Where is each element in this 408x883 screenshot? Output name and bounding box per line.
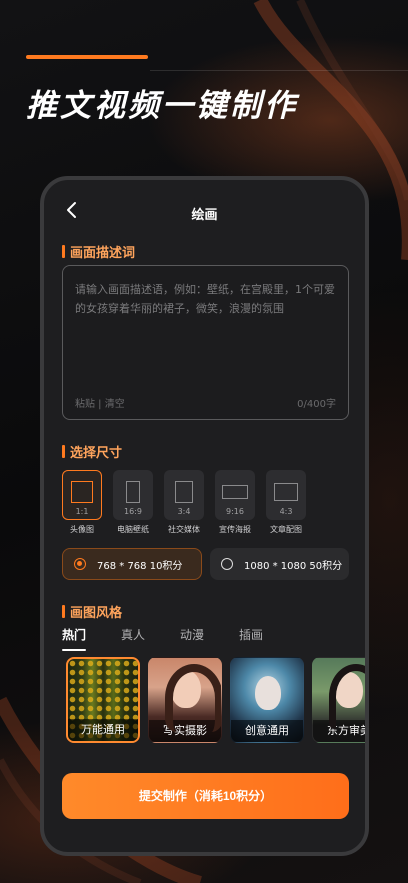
size-section-title: 选择尺寸 [62, 442, 122, 461]
style-card-list: 万能通用 写实摄影 创意通用 东方审美 [66, 657, 365, 745]
style-tabs: 热门 真人 动漫 插画 [62, 626, 298, 651]
resolution-label: 768 * 768 10积分 [97, 560, 183, 572]
size-label: 文章配图 [270, 525, 302, 534]
submit-button[interactable]: 提交制作（消耗10积分） [62, 773, 349, 819]
style-card-label: 创意通用 [231, 720, 303, 742]
style-card-eastern[interactable]: 东方审美 [312, 657, 365, 743]
size-box: 9:16 [215, 470, 255, 520]
size-label: 宣传海报 [219, 525, 251, 534]
style-card-creative[interactable]: 创意通用 [230, 657, 304, 743]
ratio-frame-icon [274, 483, 298, 501]
size-option-1-1[interactable]: 1:1 头像图 [62, 470, 102, 540]
section-bar [62, 245, 65, 258]
size-box: 1:1 [62, 470, 102, 520]
description-placeholder: 请输入画面描述语，例如：壁纸，在宫殿里，1个可爱的女孩穿着华丽的裙子，微笑，浪漫… [75, 283, 335, 315]
section-label: 画图风格 [70, 606, 123, 621]
ratio-frame-icon [71, 481, 93, 503]
size-option-4-3[interactable]: 4:3 文章配图 [266, 470, 306, 540]
accent-line [26, 55, 148, 59]
style-card-label: 万能通用 [68, 719, 138, 741]
size-option-9-16[interactable]: 9:16 宣传海报 [215, 470, 255, 540]
divider [150, 70, 408, 71]
resolution-option-1080[interactable]: 1080 * 1080 50积分 [210, 548, 349, 580]
nav-bar: 绘画 [44, 180, 365, 240]
ratio-frame-icon [175, 481, 193, 503]
tab-illustration[interactable]: 插画 [239, 626, 263, 643]
phone-frame: 绘画 画面描述词 请输入画面描述语，例如：壁纸，在宫殿里，1个可爱的女孩穿着华丽… [40, 176, 369, 856]
page-title: 绘画 [191, 208, 218, 223]
style-section-title: 画图风格 [62, 602, 122, 621]
ratio-frame-icon [222, 485, 248, 499]
tab-anime[interactable]: 动漫 [180, 626, 204, 643]
resolution-label: 1080 * 1080 50积分 [244, 560, 343, 572]
section-label: 选择尺寸 [70, 446, 123, 461]
section-label: 画面描述词 [70, 246, 136, 261]
style-card-label: 东方审美 [313, 720, 365, 742]
description-section-title: 画面描述词 [62, 242, 135, 261]
style-card-universal[interactable]: 万能通用 [66, 657, 140, 743]
paste-clear-actions[interactable]: 粘贴 | 清空 [75, 395, 125, 410]
ratio-text: 3:4 [177, 507, 191, 516]
radio-selected-icon [74, 558, 86, 570]
style-card-photography[interactable]: 写实摄影 [148, 657, 222, 743]
size-label: 社交媒体 [168, 525, 200, 534]
resolution-option-768[interactable]: 768 * 768 10积分 [62, 548, 202, 580]
size-box: 4:3 [266, 470, 306, 520]
char-counter: 0/400字 [297, 399, 336, 410]
ratio-text: 1:1 [75, 507, 89, 516]
size-label: 电脑壁纸 [117, 525, 149, 534]
size-option-3-4[interactable]: 3:4 社交媒体 [164, 470, 204, 540]
ratio-text: 4:3 [279, 507, 293, 516]
tab-hot[interactable]: 热门 [62, 626, 87, 651]
radio-icon [221, 558, 233, 570]
size-label: 头像图 [70, 525, 94, 534]
size-options: 1:1 头像图 16:9 电脑壁纸 3:4 社交媒体 9:16 宣传海报 4:3… [62, 470, 362, 540]
description-input[interactable]: 请输入画面描述语，例如：壁纸，在宫殿里，1个可爱的女孩穿着华丽的裙子，微笑，浪漫… [62, 265, 349, 420]
ratio-frame-icon [126, 481, 140, 503]
hero-title: 推文视频一键制作 [26, 88, 298, 124]
section-bar [62, 605, 65, 618]
size-box: 16:9 [113, 470, 153, 520]
ratio-text: 16:9 [124, 507, 142, 516]
style-card-label: 写实摄影 [149, 720, 221, 742]
ratio-text: 9:16 [226, 507, 244, 516]
section-bar [62, 445, 65, 458]
size-option-16-9[interactable]: 16:9 电脑壁纸 [113, 470, 153, 540]
size-box: 3:4 [164, 470, 204, 520]
tab-real[interactable]: 真人 [121, 626, 145, 643]
